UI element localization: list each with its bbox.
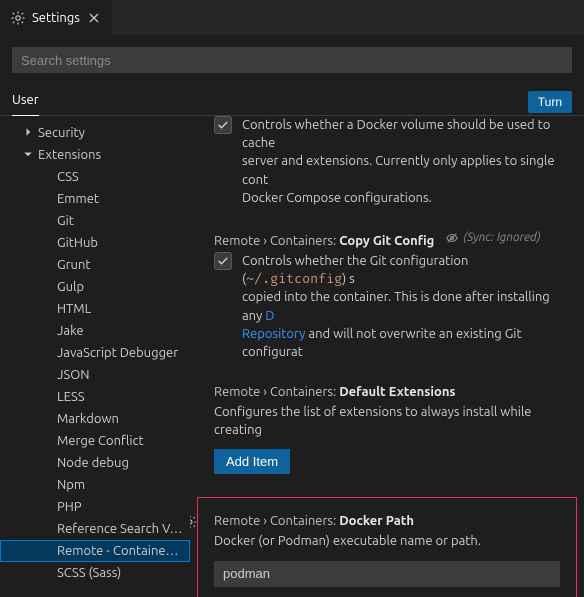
setting-desc: Docker (or Podman) executable name or pa… xyxy=(214,532,560,550)
tree-item-npm[interactable]: Npm xyxy=(0,474,190,496)
setting-breadcrumb: Remote › Containers: xyxy=(214,514,339,528)
tree-item-extensions[interactable]: Extensions xyxy=(0,144,190,166)
tree-item-grunt[interactable]: Grunt xyxy=(0,254,190,276)
tree-item-less[interactable]: LESS xyxy=(0,386,190,408)
tree-item-github[interactable]: GitHub xyxy=(0,232,190,254)
tree-item-mergeconflict[interactable]: Merge Conflict xyxy=(0,430,190,452)
setting-breadcrumb: Remote › Containers: xyxy=(214,385,339,399)
tree-item-markdown[interactable]: Markdown xyxy=(0,408,190,430)
chevron-right-icon xyxy=(22,126,36,141)
settings-tree: Security Extensions CSS Emmet Git GitHub… xyxy=(0,116,190,597)
tree-item-scss[interactable]: SCSS (Sass) xyxy=(0,562,190,584)
tree-item-css[interactable]: CSS xyxy=(0,166,190,188)
tree-item-gulp[interactable]: Gulp xyxy=(0,276,190,298)
setting-default-extensions: Remote › Containers: Default Extensions … xyxy=(190,379,584,492)
tree-item-json[interactable]: JSON xyxy=(0,364,190,386)
setting-title: Default Extensions xyxy=(339,385,455,399)
gear-icon xyxy=(10,10,26,26)
tree-item-php[interactable]: PHP xyxy=(0,496,190,518)
eye-off-icon xyxy=(445,231,459,245)
gear-icon[interactable] xyxy=(190,514,198,530)
chevron-down-icon xyxy=(22,148,36,163)
setting-copy-git-config: Remote › Containers: Copy Git Config (Sy… xyxy=(190,225,584,379)
tree-item-refsearch[interactable]: Reference Search V… xyxy=(0,518,190,540)
tree-item-html[interactable]: HTML xyxy=(0,298,190,320)
setting-title: Docker Path xyxy=(339,514,414,528)
tab-settings[interactable]: Settings xyxy=(0,0,113,35)
setting-desc: Controls whether a Docker volume should … xyxy=(242,116,572,207)
tree-item-git[interactable]: Git xyxy=(0,210,190,232)
scope-tab-user[interactable]: User xyxy=(12,87,39,116)
search-input[interactable] xyxy=(12,47,572,73)
link-dotfiles[interactable]: D xyxy=(265,309,274,323)
tab-bar-empty xyxy=(113,0,584,35)
tree-item-jsdebugger[interactable]: JavaScript Debugger xyxy=(0,342,190,364)
link-repository[interactable]: Repository xyxy=(242,327,305,341)
setting-breadcrumb: Remote › Containers: xyxy=(214,234,339,248)
tree-item-emmet[interactable]: Emmet xyxy=(0,188,190,210)
tab-title: Settings xyxy=(32,11,80,25)
checkbox-cache-volume[interactable] xyxy=(214,116,232,134)
close-icon[interactable] xyxy=(86,10,102,26)
turn-on-sync-button[interactable]: Turn xyxy=(528,91,572,113)
setting-desc: Controls whether the Git configuration (… xyxy=(242,252,572,361)
setting-desc: Configures the list of extensions to alw… xyxy=(214,403,572,439)
add-item-button[interactable]: Add Item xyxy=(214,449,290,474)
setting-title: Copy Git Config xyxy=(339,234,434,248)
setting-docker-path: Remote › Containers: Docker Path Docker … xyxy=(196,496,578,597)
tree-item-remote-containers[interactable]: Remote - Containe… xyxy=(0,540,190,562)
tree-item-nodedebug[interactable]: Node debug xyxy=(0,452,190,474)
docker-path-input[interactable] xyxy=(214,561,560,587)
sync-ignored-badge: (Sync: Ignored) xyxy=(445,231,540,245)
tree-item-jake[interactable]: Jake xyxy=(0,320,190,342)
tab-bar: Settings xyxy=(0,0,584,35)
checkbox-copy-git-config[interactable] xyxy=(214,252,232,270)
tree-item-security[interactable]: Security xyxy=(0,122,190,144)
setting-cache-volume: Controls whether a Docker volume should … xyxy=(190,116,584,225)
settings-content: Controls whether a Docker volume should … xyxy=(190,116,584,597)
